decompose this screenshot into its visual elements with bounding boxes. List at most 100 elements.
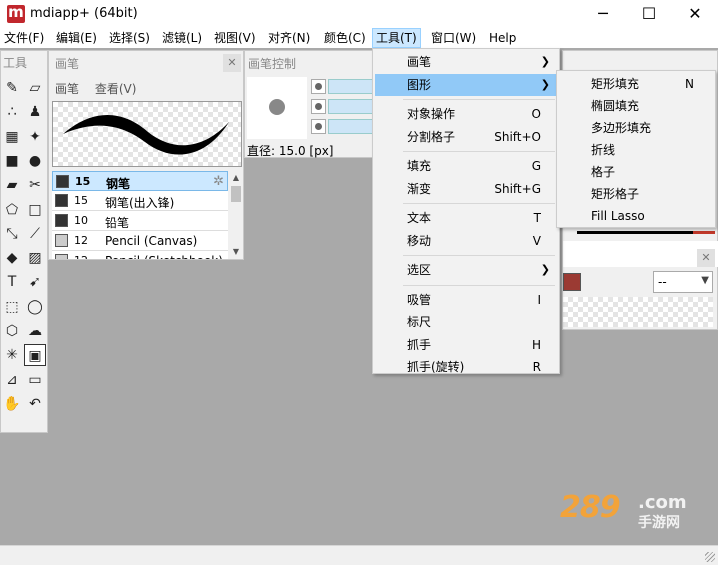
shape-menu-item[interactable]: 多边形填充 (559, 117, 714, 139)
tab-brush[interactable]: 画笔 (55, 82, 79, 96)
menu-tools[interactable]: 工具(T) (372, 28, 421, 48)
menu-separator (403, 99, 555, 100)
tools-menu-item[interactable]: 文本 T (375, 207, 558, 229)
layer-panel-close-button[interactable]: ✕ (697, 249, 715, 267)
shape-menu-item[interactable]: 折线 (559, 139, 714, 161)
menu-filter[interactable]: 滤镜(L) (159, 28, 205, 48)
tools-menu-item[interactable]: 移动 V (375, 230, 558, 252)
brush-dot-icon (269, 99, 285, 115)
tools-menu-item[interactable]: 吸管 I (375, 289, 558, 311)
ruler-line-icon[interactable]: ⟋ (24, 223, 46, 245)
size-slider[interactable] (328, 79, 374, 94)
blend-mode-select[interactable]: -- ▼ (653, 271, 713, 293)
brush-list-item[interactable]: 12 Pencil (Sketchbook) (52, 251, 228, 259)
shape-menu-item[interactable]: 椭圆填充 (559, 95, 714, 117)
tab-view[interactable]: 查看(V) (95, 82, 137, 96)
maximize-button[interactable]: ☐ (626, 0, 672, 28)
menu-item-label: 格子 (591, 165, 616, 179)
dots-icon[interactable]: ∴ (1, 101, 23, 123)
pen-icon[interactable]: ✎ (1, 77, 23, 99)
shape-outline-icon[interactable]: ⬠ (1, 199, 23, 221)
eraser-icon[interactable]: ▱ (24, 77, 46, 99)
menu-item-label: 多边形填充 (591, 121, 652, 135)
close-button[interactable]: ✕ (672, 0, 718, 28)
brush-list-item[interactable]: 15 钢笔 ✲ (52, 171, 228, 191)
menu-align[interactable]: 对齐(N) (265, 28, 313, 48)
minimize-button[interactable]: ─ (580, 0, 626, 28)
scroll-up-icon[interactable]: ▲ (229, 171, 243, 185)
color-swatch[interactable] (563, 273, 581, 291)
lasso-fill-icon[interactable]: ✂ (24, 174, 46, 196)
shape-menu-item[interactable]: Fill Lasso (559, 205, 714, 227)
tools-menu-item[interactable]: 渐变 Shift+G (375, 178, 558, 200)
shape-menu-item[interactable]: 矩形格子 (559, 183, 714, 205)
tools-menu-item[interactable]: 标尺 (375, 311, 558, 333)
chevron-right-icon: ❯ (540, 263, 550, 276)
ruler-icon[interactable]: ▭ (24, 369, 46, 391)
polygon-fill-icon[interactable]: ▰ (1, 174, 23, 196)
butterfly-icon[interactable]: ✦ (24, 126, 46, 148)
opacity-slider[interactable] (328, 119, 374, 134)
watermark-com: .com (638, 492, 687, 513)
brush-list-item[interactable]: 12 Pencil (Canvas) (52, 231, 228, 251)
tools-panel: 工具 ✎ ▱ ∴ ♟ ▦ ✦ ■ ● ▰ ✂ ⬠ □ ⤡ ⟋ ◆ ▨ T ➹ ⬚ ◯ ⬡ ☁ ✳ ▣ ⊿ ▭ ✋ ↶ (0, 50, 48, 433)
tools-menu-item[interactable]: 图形 ❯ (375, 73, 558, 96)
magic-wand-icon[interactable]: ✳ (1, 344, 23, 366)
circle-fill-icon[interactable]: ● (24, 150, 46, 172)
menu-item-label: 图形 (407, 77, 432, 92)
window-title: mdiapp+ (64bit) (30, 6, 138, 21)
bucket-icon[interactable]: ◆ (1, 247, 23, 269)
eyedropper-icon[interactable]: ⊿ (1, 369, 23, 391)
brush-panel-close-button[interactable]: ✕ (223, 54, 241, 72)
tools-panel-title: 工具 (3, 56, 28, 70)
tools-menu-item[interactable]: 抓手(旋转) R (375, 356, 558, 378)
menu-color[interactable]: 颜色(C) (321, 28, 369, 48)
lasso-select-icon[interactable]: ⬡ (1, 320, 23, 342)
layer-thumbnail[interactable] (563, 297, 713, 327)
rect-select-icon[interactable]: ⬚ (1, 296, 23, 318)
shape-menu-item[interactable]: 矩形填充 N (559, 73, 714, 95)
menu-help[interactable]: Help (486, 28, 519, 48)
stamp-icon[interactable]: ♟ (24, 101, 46, 123)
tools-menu-item[interactable]: 对象操作 O (375, 103, 558, 125)
scroll-down-icon[interactable]: ▼ (229, 245, 243, 259)
tools-menu-item[interactable]: 抓手 H (375, 334, 558, 356)
brush-list[interactable]: 15 钢笔 ✲ 15 钢笔(出入锋) 10 铅笔 12 Pencil (Canvas) 12 Pen… (52, 171, 228, 259)
brush-size: 15 (75, 175, 91, 188)
rotate-hand-icon[interactable]: ↶ (24, 393, 46, 415)
brush-list-scrollbar[interactable]: ▲ ▼ (229, 171, 243, 259)
line-icon[interactable]: ⤡ (1, 223, 23, 245)
shape-menu-item[interactable]: 格子 (559, 161, 714, 183)
menu-window[interactable]: 窗口(W) (428, 28, 479, 48)
menu-view[interactable]: 视图(V) (211, 28, 259, 48)
brush-swatch (55, 234, 68, 247)
move-icon[interactable]: ➹ (24, 271, 46, 293)
ellipse-select-icon[interactable]: ◯ (24, 296, 46, 318)
square-fill-icon[interactable]: ■ (1, 150, 23, 172)
brush-name: Pencil (Canvas) (105, 234, 198, 248)
menu-select[interactable]: 选择(S) (106, 28, 153, 48)
menu-file[interactable]: 文件(F) (1, 28, 47, 48)
resize-grip-icon[interactable] (705, 552, 715, 562)
select-brush-icon[interactable]: ▣ (24, 344, 46, 367)
free-select-icon[interactable]: ☁ (24, 320, 46, 342)
density-slider[interactable] (328, 99, 374, 114)
grid-icon[interactable]: ▦ (1, 126, 23, 148)
menu-edit[interactable]: 编辑(E) (53, 28, 100, 48)
menu-item-shortcut: R (532, 360, 541, 374)
rect-outline-icon[interactable]: □ (24, 199, 46, 221)
gradient-icon[interactable]: ▨ (24, 247, 46, 269)
text-icon[interactable]: T (1, 271, 23, 293)
brush-name: Pencil (Sketchbook) (105, 254, 223, 259)
hand-icon[interactable]: ✋ (1, 393, 23, 415)
tools-menu-item[interactable]: 画笔 ❯ (375, 51, 558, 73)
brush-list-item[interactable]: 15 钢笔(出入锋) (52, 191, 228, 211)
menu-separator (403, 151, 555, 152)
gear-icon[interactable]: ✲ (213, 174, 224, 189)
scroll-thumb[interactable] (231, 186, 241, 202)
brush-list-item[interactable]: 10 铅笔 (52, 211, 228, 231)
tools-menu-item[interactable]: 分割格子 Shift+O (375, 126, 558, 148)
tools-menu-item[interactable]: 填充 G (375, 155, 558, 177)
menu-item-label: 对象操作 (407, 107, 456, 121)
tools-menu-item[interactable]: 选区 ❯ (375, 259, 558, 281)
